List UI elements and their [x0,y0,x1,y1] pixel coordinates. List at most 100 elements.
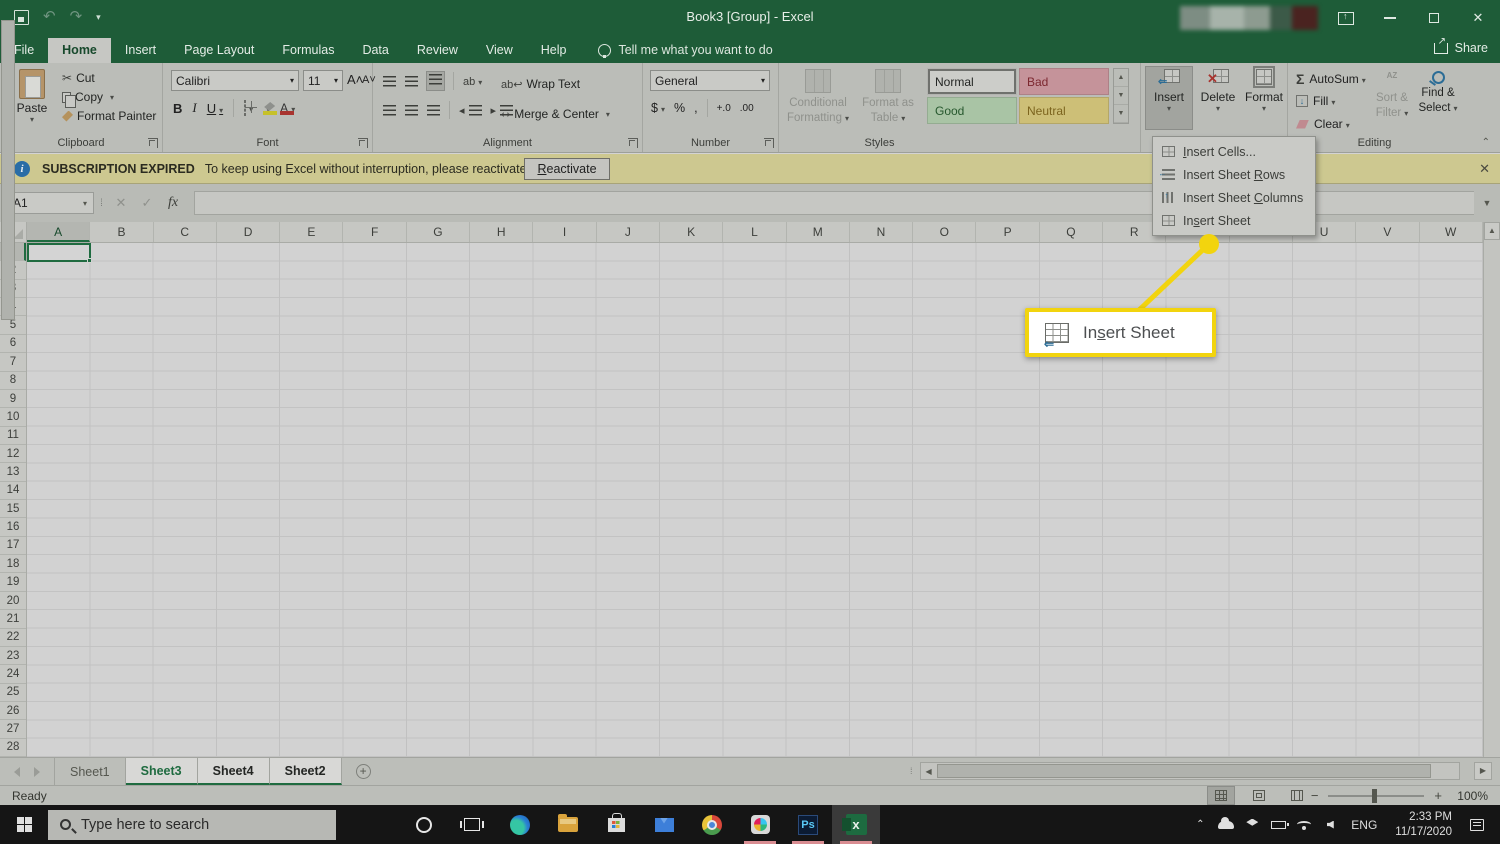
sheet-tab-sheet2[interactable]: Sheet2 [270,758,342,785]
row-header-26[interactable]: 26 [0,702,26,720]
column-header-N[interactable]: N [850,222,913,242]
column-header-P[interactable]: P [976,222,1039,242]
start-button[interactable] [0,805,48,844]
clear-button[interactable]: Clear [1296,117,1350,131]
fill-handle[interactable] [87,258,92,263]
row-header-7[interactable]: 7 [0,353,26,371]
scroll-right-icon[interactable]: ▶ [1474,762,1492,780]
percent-button[interactable]: % [674,101,685,115]
styles-scroll-down-icon[interactable]: ▼ [1114,87,1128,105]
cells-area[interactable] [27,243,1483,757]
column-header-D[interactable]: D [217,222,280,242]
align-middle-icon[interactable] [405,76,418,87]
row-header-6[interactable]: 6 [0,335,26,353]
scroll-up-icon[interactable]: ▲ [1484,222,1500,240]
tell-me-box[interactable]: Tell me what you want to do [598,43,772,63]
currency-button[interactable]: $ [651,101,665,115]
column-header-B[interactable]: B [90,222,153,242]
zoom-out-icon[interactable]: − [1311,788,1319,803]
close-icon[interactable]: ✕ [1456,0,1500,36]
insert-function-icon[interactable]: fx [160,195,186,211]
format-painter-button[interactable]: Format Painter [62,109,156,123]
column-header-H[interactable]: H [470,222,533,242]
align-left-icon[interactable] [383,105,396,116]
edge-button[interactable] [496,805,544,844]
tray-chevron-icon[interactable]: ⌃ [1187,819,1213,830]
active-cell-a1[interactable] [27,243,91,262]
column-header-M[interactable]: M [787,222,850,242]
row-header-19[interactable]: 19 [0,573,26,591]
battery-icon[interactable] [1265,821,1291,829]
zoom-percentage[interactable]: 100% [1452,789,1488,803]
excel-taskbar-button[interactable]: x [832,805,880,844]
row-header-11[interactable]: 11 [0,427,26,445]
align-center-icon[interactable] [405,105,418,116]
tab-insert[interactable]: Insert [111,38,170,63]
row-header-10[interactable]: 10 [0,408,26,426]
column-header-V[interactable]: V [1356,222,1419,242]
mail-button[interactable] [640,805,688,844]
column-header-J[interactable]: J [597,222,660,242]
clipboard-dialog-launcher-icon[interactable] [148,138,158,148]
style-bad[interactable]: Bad [1019,68,1109,95]
horizontal-scrollbar-thumb[interactable] [937,764,1431,778]
banner-close-icon[interactable]: ✕ [1479,161,1490,177]
menu-item-insert-sheet[interactable]: Insert Sheet [1153,209,1315,232]
column-header-F[interactable]: F [343,222,406,242]
collapse-ribbon-icon[interactable]: ⌃ [1482,137,1490,148]
insert-cells-ribbon-button[interactable]: ⇐ Insert ▾ [1146,67,1192,129]
sheet-tab-sheet3[interactable]: Sheet3 [126,758,198,785]
column-header-A[interactable]: A [27,222,90,242]
scroll-left-icon[interactable]: ◀ [921,767,937,776]
row-header-25[interactable]: 25 [0,684,26,702]
row-header-12[interactable]: 12 [0,445,26,463]
cancel-entry-icon[interactable]: ✕ [108,195,134,211]
decrease-indent-icon[interactable]: ◂ [459,104,482,117]
name-box[interactable]: A1▾ [6,192,94,214]
style-normal[interactable]: Normal [927,68,1017,95]
font-color-button[interactable]: A [280,101,295,115]
paste-button[interactable]: Paste ▾ [10,69,54,124]
borders-button[interactable] [244,101,253,115]
merge-center-button[interactable]: ⇿Merge & Center [501,107,610,121]
comma-button[interactable]: , [694,101,697,115]
notification-center-icon[interactable] [1470,819,1484,831]
tab-data[interactable]: Data [348,38,402,63]
normal-view-button[interactable] [1208,787,1234,804]
conditional-formatting-button[interactable]: ConditionalFormatting [785,69,851,126]
row-header-9[interactable]: 9 [0,390,26,408]
tab-review[interactable]: Review [403,38,472,63]
fill-button[interactable]: ↓ Fill [1296,94,1335,108]
restore-icon[interactable] [1412,0,1456,36]
row-header-8[interactable]: 8 [0,372,26,390]
column-header-C[interactable]: C [154,222,217,242]
row-header-13[interactable]: 13 [0,463,26,481]
minimize-icon[interactable] [1368,0,1412,36]
number-format-combo[interactable]: General▾ [650,70,770,91]
store-button[interactable] [592,805,640,844]
autosum-button[interactable]: Σ AutoSum [1296,71,1366,87]
orientation-button[interactable]: ab [463,74,482,88]
column-header-I[interactable]: I [533,222,596,242]
dropbox-icon[interactable] [1239,819,1265,831]
horizontal-scroll-track[interactable]: ◀ [920,762,1460,780]
row-header-21[interactable]: 21 [0,610,26,628]
style-neutral[interactable]: Neutral [1019,97,1109,124]
styles-more-icon[interactable]: ▼ [1114,105,1128,123]
expand-formula-bar-icon[interactable]: ▼ [1474,198,1500,208]
menu-item-insert-sheet-rows[interactable]: Insert Sheet Rows [1153,163,1315,186]
align-bottom-icon[interactable] [427,72,444,90]
cut-button[interactable]: ✂Cut [62,71,156,85]
new-sheet-button[interactable]: + [356,758,371,785]
copy-button[interactable]: Copy [62,90,156,104]
styles-scroll-up-icon[interactable]: ▲ [1114,69,1128,87]
tab-view[interactable]: View [472,38,527,63]
format-cells-button[interactable]: Format ▾ [1241,69,1287,113]
taskbar-search[interactable]: Type here to search [48,810,336,840]
zoom-slider[interactable] [1328,795,1424,797]
tab-split-handle[interactable]: ⁞ [910,766,912,776]
chrome-button[interactable] [688,805,736,844]
style-good[interactable]: Good [927,97,1017,124]
row-header-14[interactable]: 14 [0,482,26,500]
tab-formulas[interactable]: Formulas [268,38,348,63]
